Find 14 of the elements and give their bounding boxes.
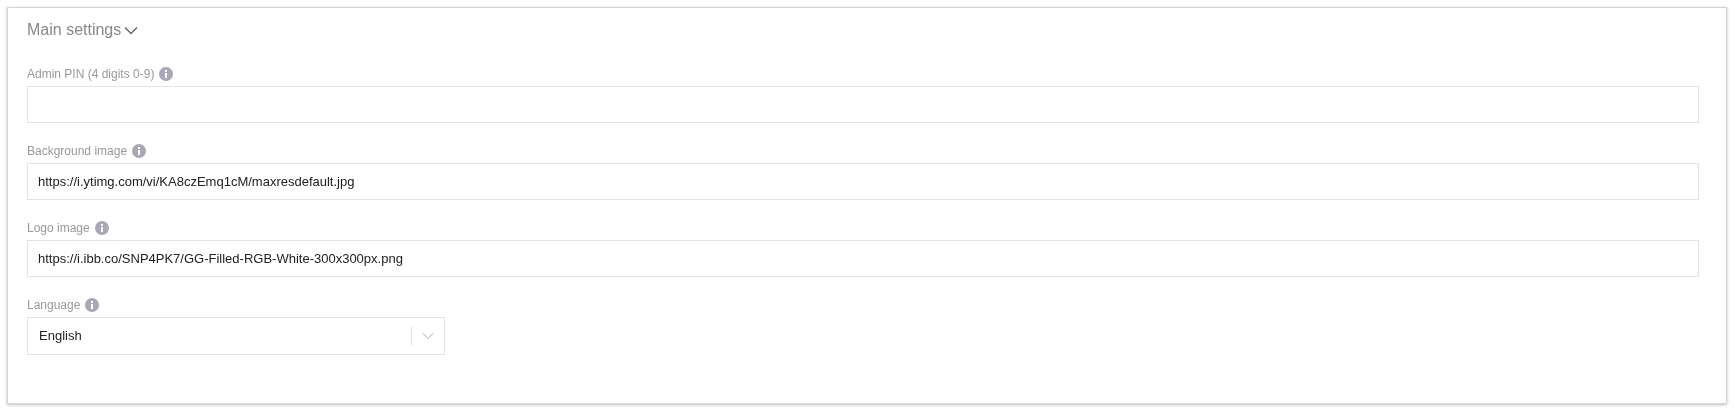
text-field[interactable]: https://i.ibb.co/SNP4PK7/GG-Filled-RGB-White-300x300px.png [27, 240, 1699, 277]
text-field[interactable]: https://i.ytimg.com/vi/KA8czEmq1cM/maxresdefault.jpg [27, 163, 1699, 200]
text-field[interactable] [27, 86, 1699, 123]
chevron-down-icon[interactable] [124, 25, 139, 35]
field-label: Language [27, 297, 81, 314]
field-label: Logo image [27, 220, 90, 237]
info-icon[interactable] [132, 144, 147, 158]
info-icon[interactable] [94, 221, 109, 235]
language-dropdown[interactable]: English [27, 317, 445, 355]
field-label: Admin PIN (4 digits 0-9) [27, 66, 155, 83]
info-icon[interactable] [85, 298, 100, 312]
section-title[interactable]: Main settings [27, 18, 122, 42]
info-icon[interactable] [159, 67, 174, 81]
field-label: Background image [27, 143, 128, 160]
